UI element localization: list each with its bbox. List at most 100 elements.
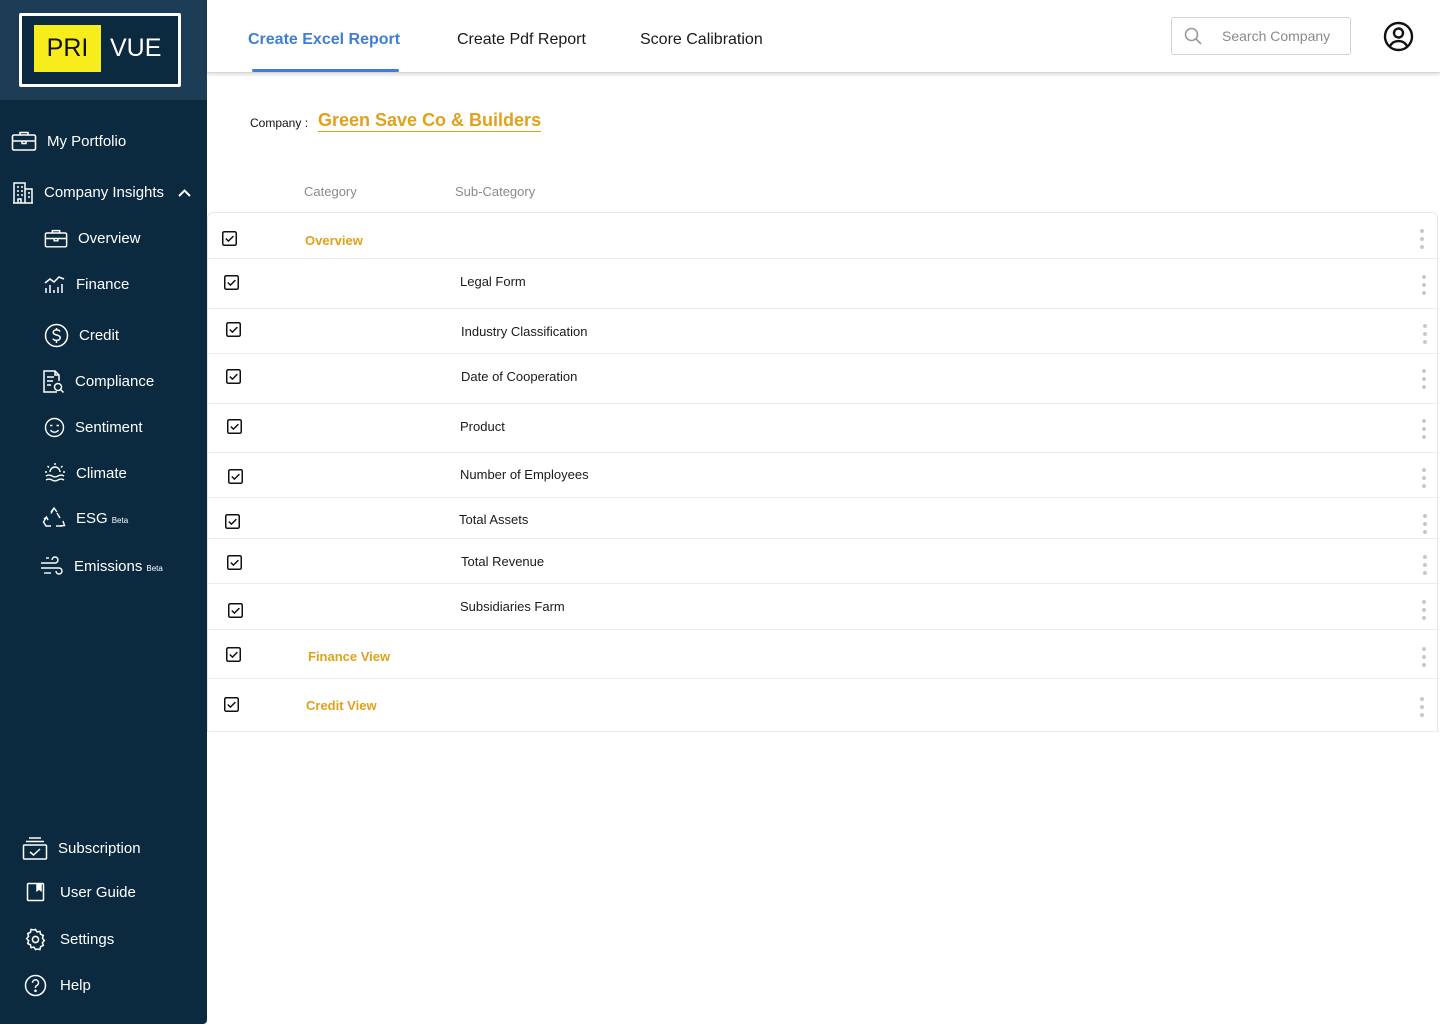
more-options-icon[interactable] — [1422, 324, 1428, 346]
active-tab-indicator — [252, 69, 399, 72]
chevron-up-icon[interactable] — [178, 188, 191, 197]
row-checkbox[interactable] — [227, 555, 242, 570]
dollar-icon — [44, 323, 69, 348]
sidebar: PRI VUE My Portfolio Company Insights Ov… — [0, 0, 207, 1024]
gear-icon — [25, 928, 46, 951]
sidebar-item-label: Compliance — [75, 373, 155, 390]
sidebar-item-label: Company Insights — [44, 184, 165, 201]
table-row[interactable]: Overview — [208, 213, 1439, 259]
row-checkbox[interactable] — [228, 603, 243, 618]
more-options-icon[interactable] — [1419, 697, 1425, 719]
row-checkbox[interactable] — [226, 647, 241, 662]
sidebar-item-label: Overview — [78, 230, 141, 247]
sidebar-item-label: ESG — [76, 510, 108, 527]
row-category: Overview — [305, 233, 363, 248]
sidebar-item-label: Credit — [79, 327, 120, 344]
sidebar-item-company-insights[interactable]: Company Insights — [12, 181, 191, 204]
row-checkbox[interactable] — [222, 231, 237, 246]
sidebar-item-climate[interactable]: Climate — [44, 462, 127, 484]
row-checkbox[interactable] — [227, 419, 242, 434]
search-box[interactable] — [1171, 17, 1351, 55]
sidebar-item-label: Help — [60, 977, 91, 994]
logo[interactable]: PRI VUE — [19, 13, 181, 87]
tab-create-pdf-report[interactable]: Create Pdf Report — [457, 31, 586, 49]
sidebar-item-label: Subscription — [58, 839, 141, 857]
sidebar-item-settings[interactable]: Settings — [24, 928, 114, 951]
table-row[interactable]: Total Assets — [208, 498, 1439, 539]
climate-icon — [45, 463, 65, 482]
company-name-link[interactable]: Green Save Co & Builders — [318, 110, 542, 132]
search-icon — [1184, 27, 1202, 45]
row-checkbox[interactable] — [224, 697, 239, 712]
table-row[interactable]: Number of Employees — [208, 453, 1439, 498]
document-search-icon — [43, 370, 65, 394]
more-options-icon[interactable] — [1421, 275, 1427, 297]
sidebar-item-help[interactable]: Help — [24, 974, 91, 997]
table-row[interactable]: Total Revenue — [208, 539, 1439, 584]
row-checkbox[interactable] — [224, 275, 239, 290]
more-options-icon[interactable] — [1421, 369, 1427, 391]
beta-badge: Beta — [111, 516, 129, 525]
logo-vue: VUE — [110, 34, 162, 62]
logo-pri: PRI — [34, 25, 101, 72]
sidebar-item-user-guide[interactable]: User Guide — [26, 882, 136, 902]
account-icon[interactable] — [1383, 21, 1414, 52]
sidebar-item-label: Climate — [76, 464, 127, 482]
table-row[interactable]: Product — [208, 404, 1439, 453]
sidebar-item-subscription[interactable]: Subscription — [22, 835, 141, 861]
table-row[interactable]: Legal Form — [208, 259, 1439, 309]
sidebar-item-credit[interactable]: Credit — [44, 323, 119, 348]
row-subcategory: Total Revenue — [461, 554, 545, 569]
sidebar-item-label: Settings — [60, 931, 115, 948]
sidebar-item-label: Sentiment — [75, 419, 143, 436]
table-row[interactable]: Subsidiaries Farm — [208, 584, 1439, 630]
row-checkbox[interactable] — [228, 469, 243, 484]
row-subcategory: Product — [460, 419, 505, 434]
sidebar-item-esg[interactable]: ESG Beta — [42, 507, 128, 530]
sidebar-item-overview[interactable]: Overview — [44, 228, 141, 249]
sidebar-item-my-portfolio[interactable]: My Portfolio — [11, 130, 126, 152]
more-options-icon[interactable] — [1421, 419, 1427, 441]
more-options-icon[interactable] — [1421, 647, 1427, 669]
row-subcategory: Date of Cooperation — [461, 369, 578, 384]
tab-create-excel-report[interactable]: Create Excel Report — [248, 31, 400, 49]
row-checkbox[interactable] — [226, 369, 241, 384]
beta-badge: Beta — [146, 563, 163, 573]
more-options-icon[interactable] — [1419, 229, 1425, 251]
row-category: Finance View — [308, 649, 391, 664]
sidebar-item-sentiment[interactable]: Sentiment — [44, 417, 143, 438]
table-row[interactable]: Credit View — [208, 679, 1439, 732]
top-bar: Create Excel Report Create Pdf Report Sc… — [207, 0, 1440, 73]
subscription-icon — [22, 837, 48, 860]
sidebar-item-compliance[interactable]: Compliance — [42, 369, 154, 394]
row-subcategory: Subsidiaries Farm — [460, 599, 565, 614]
row-subcategory: Industry Classification — [461, 324, 588, 339]
more-options-icon[interactable] — [1421, 600, 1427, 622]
sidebar-item-emissions[interactable]: Emissions Beta — [40, 556, 163, 576]
table-row[interactable]: Finance View — [208, 630, 1439, 679]
table-row[interactable]: Date of Cooperation — [208, 354, 1439, 404]
more-options-icon[interactable] — [1421, 468, 1427, 490]
sidebar-item-label: Emissions — [74, 557, 143, 575]
briefcase-icon — [11, 131, 37, 151]
recycle-icon — [42, 507, 66, 527]
more-options-icon[interactable] — [1422, 555, 1428, 577]
row-subcategory: Number of Employees — [460, 467, 589, 482]
column-header-subcategory: Sub-Category — [455, 184, 536, 199]
search-input[interactable] — [1222, 28, 1342, 44]
sidebar-item-label: Finance — [76, 275, 130, 293]
building-icon — [13, 182, 33, 204]
row-checkbox[interactable] — [226, 322, 241, 337]
more-options-icon[interactable] — [1422, 514, 1428, 536]
sidebar-item-label: User Guide — [60, 883, 136, 901]
table-row[interactable]: Industry Classification — [208, 309, 1439, 354]
smiley-icon — [44, 417, 65, 438]
logo-area: PRI VUE — [0, 0, 207, 100]
row-checkbox[interactable] — [225, 514, 240, 529]
tab-score-calibration[interactable]: Score Calibration — [640, 31, 763, 49]
column-header-category: Category — [304, 184, 357, 199]
briefcase-icon — [44, 229, 68, 248]
company-label: Company : — [250, 116, 309, 130]
sidebar-item-finance[interactable]: Finance — [44, 274, 129, 294]
finance-chart-icon — [44, 276, 65, 293]
